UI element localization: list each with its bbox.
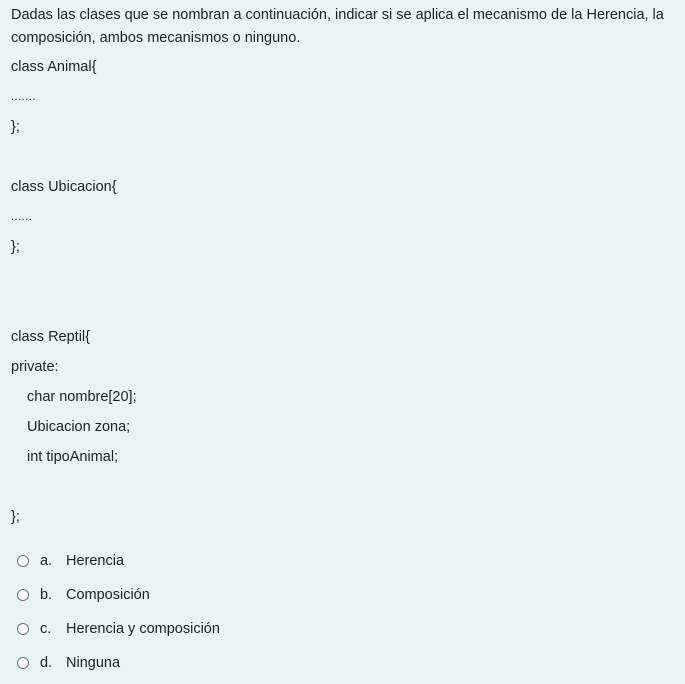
code-ubicacion-close: }; bbox=[11, 239, 20, 255]
option-d[interactable]: d. Ninguna bbox=[17, 652, 120, 674]
option-letter: c. bbox=[40, 621, 52, 637]
question-prompt-line-1: Dadas las clases que se nombran a contin… bbox=[11, 7, 664, 23]
radio-button-icon[interactable] bbox=[17, 657, 29, 669]
option-label[interactable]: Herencia bbox=[66, 553, 124, 569]
question-prompt-line-2: composición, ambos mecanismos o ninguno. bbox=[11, 30, 301, 46]
code-animal-close: }; bbox=[11, 119, 20, 135]
code-ubicacion-body: ...... bbox=[11, 211, 33, 223]
code-reptil-field-tipo: int tipoAnimal; bbox=[27, 449, 119, 465]
option-label[interactable]: Ninguna bbox=[66, 655, 120, 671]
radio-button-icon[interactable] bbox=[17, 555, 29, 567]
code-ubicacion-open: class Ubicacion{ bbox=[11, 179, 117, 195]
code-reptil-field-nombre: char nombre[20]; bbox=[27, 389, 137, 405]
code-reptil-private: private: bbox=[11, 359, 59, 375]
code-animal-open: class Animal{ bbox=[11, 59, 97, 75]
option-label[interactable]: Composición bbox=[66, 587, 150, 603]
option-label[interactable]: Herencia y composición bbox=[66, 621, 220, 637]
option-letter: d. bbox=[40, 655, 53, 671]
option-letter: b. bbox=[40, 587, 53, 603]
code-animal-body: ....... bbox=[11, 91, 36, 103]
option-c[interactable]: c. Herencia y composición bbox=[17, 618, 220, 640]
option-letter: a. bbox=[40, 553, 53, 569]
option-a[interactable]: a. Herencia bbox=[17, 550, 124, 572]
radio-button-icon[interactable] bbox=[17, 589, 29, 601]
code-reptil-close: }; bbox=[11, 509, 20, 525]
option-b[interactable]: b. Composición bbox=[17, 584, 150, 606]
code-reptil-field-zona: Ubicacion zona; bbox=[27, 419, 131, 435]
radio-button-icon[interactable] bbox=[17, 623, 29, 635]
code-reptil-open: class Reptil{ bbox=[11, 329, 90, 345]
